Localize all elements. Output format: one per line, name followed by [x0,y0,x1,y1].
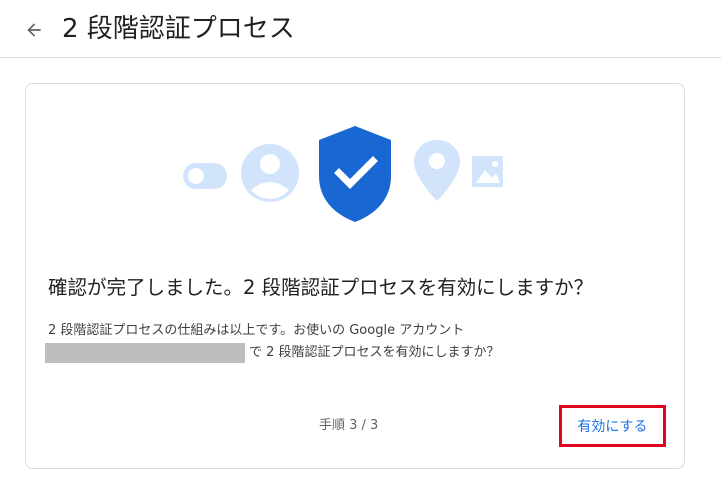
security-illustration [183,126,503,222]
enable-button[interactable]: 有効にする [559,405,666,447]
shield-check-icon [319,126,391,222]
description-line-2: で 2 段階認証プロセスを有効にしますか？ [249,345,500,360]
description-line-2-row: で 2 段階認証プロセスを有効にしますか？ [45,342,608,364]
page-header: 2 段階認証プロセス [0,0,721,58]
page-title: 2 段階認証プロセス [62,14,295,44]
location-pin-icon [414,140,460,201]
redacted-email [45,342,245,363]
step-indicator: 手順 3 / 3 [319,418,379,433]
confirmation-heading: 確認が完了しました。2 段階認証プロセスを有効にしますか？ [48,276,594,299]
image-icon [472,156,503,187]
confirmation-description: 2 段階認証プロセスの仕組みは以上です。お使いの Google アカウント で … [45,320,608,364]
description-line-1: 2 段階認証プロセスの仕組みは以上です。お使いの Google アカウント [48,323,465,338]
arrow-back-icon [27,23,41,37]
confirmation-card: 確認が完了しました。2 段階認証プロセスを有効にしますか？ 2 段階認証プロセス… [25,83,685,469]
toggle-icon [183,163,227,189]
back-button[interactable] [18,14,50,46]
account-circle-icon [241,144,299,202]
